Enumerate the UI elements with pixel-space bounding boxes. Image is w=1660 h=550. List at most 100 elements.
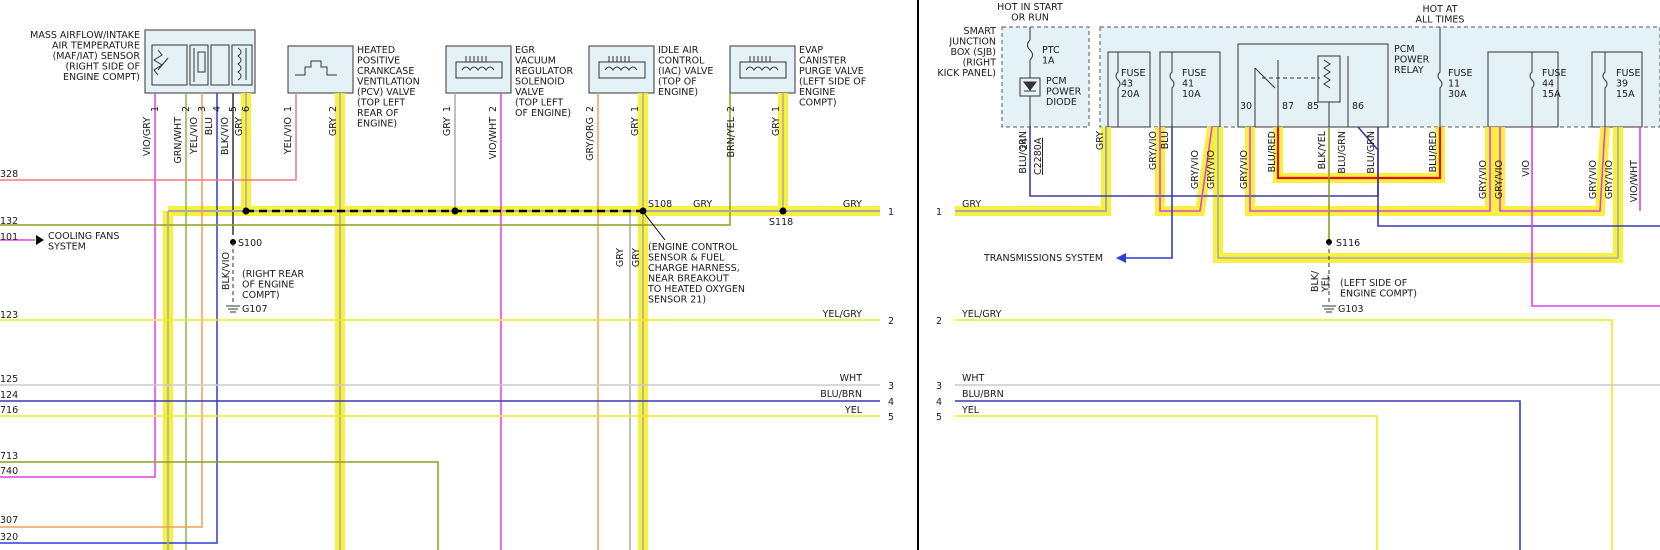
wire-label: BLU/GRN bbox=[1018, 131, 1029, 174]
wire-label: GRY bbox=[630, 117, 641, 136]
text-line: (TOP OF bbox=[658, 77, 697, 88]
text-line: YEL bbox=[1321, 274, 1332, 293]
s100-label: S100 bbox=[238, 238, 262, 249]
text-line: VALVE bbox=[515, 87, 544, 98]
wire-label: BLK/YEL bbox=[1317, 130, 1328, 169]
edge-code: 132 bbox=[0, 216, 18, 227]
wire-yel-gry-r bbox=[955, 319, 1613, 550]
right-panel: HOT IN START OR RUN HOT AT ALL TIMES SMART… bbox=[936, 2, 1660, 550]
text-line: (TOP LEFT bbox=[515, 98, 563, 109]
text-line: (ENGINE CONTROL bbox=[648, 242, 738, 253]
wire-label: GRY bbox=[442, 117, 453, 136]
wire-label: GRY/VIO bbox=[1190, 150, 1201, 189]
text-line: IDLE AIR bbox=[658, 45, 699, 56]
text-line: SYSTEM bbox=[48, 242, 86, 253]
text-line: POWER bbox=[1394, 55, 1430, 66]
text-line: POWER bbox=[1046, 87, 1082, 98]
wire-label: BLK/VIO bbox=[221, 252, 232, 290]
text-line: POSITIVE bbox=[357, 56, 400, 67]
wire-label: GRY/VIO bbox=[1206, 150, 1217, 189]
wire-blu-red bbox=[1276, 127, 1442, 180]
wire-label: GRY bbox=[771, 117, 782, 136]
evap-label: EVAP CANISTER PURGE VALVE (LEFT SIDE OF ENGI… bbox=[799, 45, 866, 109]
text-line: 44 bbox=[1542, 79, 1554, 90]
left-panel: MASS AIRFLOW/INTAKE AIR TEMPERATURE (MAF/I… bbox=[0, 29, 894, 550]
edge-code: 320 bbox=[0, 532, 18, 543]
maf-iat-sensor bbox=[144, 29, 256, 94]
wire-label: BLU/GRN bbox=[1337, 131, 1348, 174]
ref-number: 4 bbox=[888, 397, 894, 408]
ref-number: 2 bbox=[936, 316, 942, 327]
pin-number: 5 bbox=[228, 106, 239, 112]
text-line: PURGE VALVE bbox=[799, 66, 864, 77]
edge-codes: 328 132 101 123 125 124 716 713 740 307 … bbox=[0, 169, 18, 543]
ref-number: 3 bbox=[936, 381, 942, 392]
s108-location: (ENGINE CONTROL SENSOR & FUEL CHARGE HARNE… bbox=[647, 242, 745, 306]
wire-label: VIO/WHT bbox=[488, 117, 499, 160]
text-line: 39 bbox=[1616, 79, 1628, 90]
trunk-label: YEL/GRY bbox=[822, 309, 863, 320]
text-line: CONTROL bbox=[658, 56, 705, 67]
edge-code: 713 bbox=[0, 451, 18, 462]
pin-number: 1 bbox=[630, 106, 641, 112]
wire-label: YEL/VIO bbox=[189, 117, 200, 155]
wire-label: GRY bbox=[234, 117, 245, 136]
cooling-fans-label: COOLING FANS SYSTEM bbox=[48, 231, 119, 253]
relay-pin: 87 bbox=[1282, 101, 1294, 112]
wire-label: YEL/VIO bbox=[283, 117, 294, 155]
text-line: CRANKCASE bbox=[357, 66, 414, 77]
wire-label: GRY/ORG bbox=[585, 117, 596, 161]
trunk-label: WHT bbox=[840, 373, 863, 384]
trunk-label: GRY bbox=[693, 199, 712, 210]
text-line: 15A bbox=[1542, 89, 1561, 100]
edge-code: 716 bbox=[0, 405, 18, 416]
text-line: SOLENOID bbox=[515, 77, 565, 88]
wire-label: BLK/VIO bbox=[220, 117, 231, 155]
edge-code: 101 bbox=[0, 232, 18, 243]
text-line: 11 bbox=[1448, 79, 1460, 90]
wire-blu-brn-r bbox=[955, 400, 1521, 550]
maf-label: MASS AIRFLOW/INTAKE AIR TEMPERATURE (MAF/I… bbox=[30, 30, 140, 83]
text-line: OF ENGINE) bbox=[515, 108, 571, 119]
text-line: 20A bbox=[1121, 89, 1140, 100]
wire-label: GRY/VIO bbox=[1588, 160, 1599, 199]
wiring-diagram: MASS AIRFLOW/INTAKE AIR TEMPERATURE (MAF/I… bbox=[0, 0, 1660, 550]
text-line: BOX (SJB) bbox=[950, 47, 996, 58]
text-line: (RIGHT REAR bbox=[242, 269, 305, 280]
text-line: OR RUN bbox=[1011, 13, 1049, 24]
text-line: (LEFT SIDE OF bbox=[799, 77, 866, 88]
text-line: CHARGE HARNESS, bbox=[648, 263, 740, 274]
text-line: PCM bbox=[1394, 44, 1415, 55]
wire-vio bbox=[1531, 127, 1660, 307]
wire-label: GRY/VIO bbox=[1239, 150, 1250, 189]
cooling-arrow bbox=[36, 235, 44, 245]
text-line: SENSOR 21) bbox=[648, 295, 706, 306]
egr-solenoid bbox=[445, 45, 512, 94]
text-line: PTC bbox=[1042, 45, 1060, 56]
pin-numbers-left: 1 2 3 4 5 6 1 2 1 2 2 1 2 1 bbox=[150, 106, 782, 112]
wire-yel-r bbox=[955, 415, 1378, 550]
hot-start-label: HOT IN START OR RUN bbox=[997, 2, 1063, 24]
wire-label: BLU bbox=[204, 117, 215, 135]
text-line: 1A bbox=[1042, 56, 1055, 67]
wire-label: GRN/WHT bbox=[173, 117, 184, 164]
text-line: CANISTER bbox=[799, 56, 847, 67]
s116-label: S116 bbox=[1336, 238, 1360, 249]
text-line: EVAP bbox=[799, 45, 823, 56]
trunk-label: YEL bbox=[961, 405, 980, 416]
ref-number: 1 bbox=[888, 207, 894, 218]
wire-label: GRY/VIO bbox=[1148, 131, 1159, 170]
text-line: COMPT) bbox=[799, 98, 837, 109]
text-line: OF ENGINE bbox=[242, 280, 294, 291]
pin-number: 2 bbox=[181, 106, 192, 112]
text-line: 43 bbox=[1121, 79, 1133, 90]
wire-label: BLU/GRN bbox=[1366, 131, 1377, 174]
text-line: EGR bbox=[515, 45, 535, 56]
text-line: FUSE bbox=[1542, 68, 1566, 79]
trunk-label: YEL bbox=[844, 405, 863, 416]
text-line: VENTILATION bbox=[357, 77, 420, 88]
text-line: ENGINE bbox=[799, 87, 835, 98]
evap-purge-valve bbox=[729, 45, 796, 94]
pin-number: 1 bbox=[150, 106, 161, 112]
highlight-left bbox=[163, 93, 880, 550]
